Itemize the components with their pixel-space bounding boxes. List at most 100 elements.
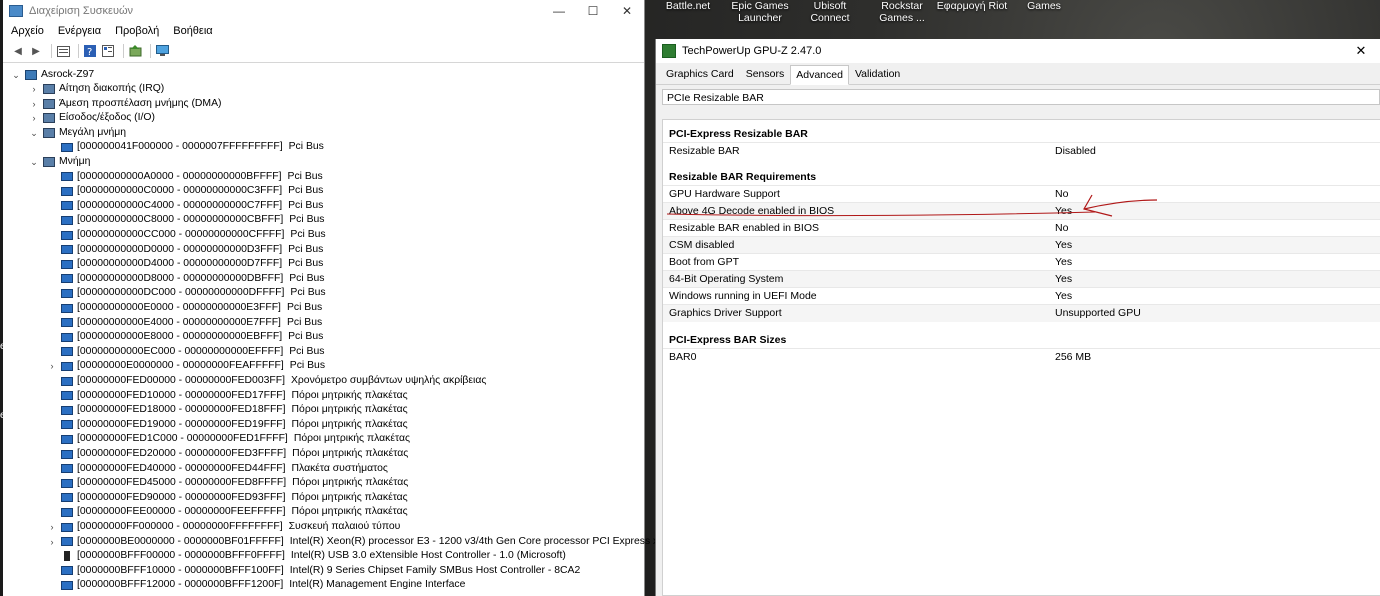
collapse-chevron-icon[interactable]: ⌄ xyxy=(29,126,39,140)
device-name: Συσκευή παλαιού τύπου xyxy=(288,521,401,532)
properties-icon[interactable] xyxy=(56,44,70,58)
memory-range: [00000000000D8000 - 00000000000DBFFF] xyxy=(77,272,284,284)
tree-item[interactable]: › [00000000E0000000 - 00000000FEAFFFFF] Pc… xyxy=(47,359,326,373)
device-manager-window: Διαχείριση Συσκευών — ☐ ✕ Αρχείο Ενέργει… xyxy=(3,0,752,596)
tree-category-io[interactable]: › Είσοδος/έξοδος (I/O) xyxy=(29,111,155,125)
desktop-icon-riot[interactable]: Εφαρμογή Riot xyxy=(931,0,1013,12)
tree-item[interactable]: [00000000000D8000 - 00000000000DBFFF] Pci… xyxy=(47,272,324,286)
collapse-chevron-icon[interactable]: ⌄ xyxy=(11,68,21,82)
tab-graphics-card[interactable]: Graphics Card xyxy=(660,64,740,84)
close-button[interactable]: ✕ xyxy=(610,4,644,18)
device-icon xyxy=(61,361,73,371)
device-icon xyxy=(61,172,73,182)
tree-category-dma[interactable]: › Άμεση προσπέλαση μνήμης (DMA) xyxy=(29,97,221,111)
memory-range: [00000000000E8000 - 00000000000EBFFF] xyxy=(77,331,283,343)
device-name: Pci Bus xyxy=(286,316,323,328)
menu-help[interactable]: Βοήθεια xyxy=(173,25,212,37)
tree-item[interactable]: [00000000FED18000 - 00000000FED18FFF] Πόρ… xyxy=(47,403,408,417)
tree-item[interactable]: › [0000000BE0000000 - 0000000BF01FFFFF] In… xyxy=(47,535,752,549)
tree-item[interactable]: [00000000000CC000 - 00000000000CFFFF] Pci… xyxy=(47,228,326,242)
tree-item[interactable]: [0000000BFFF12000 - 0000000BFFF1200F] Int… xyxy=(47,578,465,592)
section-dropdown[interactable]: PCIe Resizable BAR xyxy=(662,89,1380,105)
maximize-button[interactable]: ☐ xyxy=(576,4,610,18)
tree-item[interactable]: [00000000000C8000 - 00000000000CBFFF] Pci… xyxy=(47,213,324,227)
property-label: Graphics Driver Support xyxy=(669,307,782,319)
tree-item[interactable]: [00000000FEE00000 - 00000000FEEFFFFF] Πόρ… xyxy=(47,505,408,519)
tree-item[interactable]: [00000000FED20000 - 00000000FED3FFFF] Πόρ… xyxy=(47,447,408,461)
tree-item[interactable]: [00000000000D4000 - 00000000000D7FFF] Pci… xyxy=(47,257,323,271)
tab-sensors[interactable]: Sensors xyxy=(740,64,791,84)
property-label: Windows running in UEFI Mode xyxy=(669,290,817,302)
gpuz-close-button[interactable]: ✕ xyxy=(1341,43,1380,59)
tree-item[interactable]: [00000000000DC000 - 00000000000DFFFF] Pci… xyxy=(47,286,326,300)
desktop-icon-ubisoft-connect[interactable]: Ubisoft Connect xyxy=(795,0,865,24)
tree-item[interactable]: [00000000000D0000 - 00000000000D3FFF] Pci… xyxy=(47,243,323,257)
tab-validation[interactable]: Validation xyxy=(849,64,906,84)
gpuz-title-bar[interactable]: TechPowerUp GPU-Z 2.47.0 ✕ xyxy=(656,39,1380,63)
tree-item[interactable]: › [00000000FF000000 - 00000000FFFFFFFF] Συ… xyxy=(47,520,401,534)
expand-chevron-icon[interactable]: › xyxy=(29,82,39,96)
tree-item[interactable]: [00000000000E8000 - 00000000000EBFFF] Pci… xyxy=(47,330,323,344)
memory-range: [00000000000C0000 - 00000000000C3FFF] xyxy=(77,185,283,197)
toolbar-divider xyxy=(123,44,124,58)
tree-item[interactable]: [000000041F000000 - 0000007FFFFFFFFF] Pc… xyxy=(61,140,324,154)
tree-item[interactable]: [00000000000A0000 - 00000000000BFFFF] Pci… xyxy=(47,170,323,184)
tree-item[interactable]: [0000000BFFF00000 - 0000000BFFF0FFFF] Int… xyxy=(47,549,566,563)
update-driver-icon[interactable] xyxy=(128,44,142,58)
property-label: CSM disabled xyxy=(669,239,735,251)
tab-advanced[interactable]: Advanced xyxy=(790,65,849,85)
tree-item[interactable]: [00000000000C4000 - 00000000000C7FFF] Pci… xyxy=(47,199,323,213)
expand-chevron-icon[interactable]: › xyxy=(29,111,39,125)
desktop-icon-epic-games[interactable]: Epic Games Launcher xyxy=(725,0,795,24)
property-row: Resizable BAR Disabled xyxy=(663,142,1380,160)
category-label: Άμεση προσπέλαση μνήμης (DMA) xyxy=(59,97,222,109)
tree-item[interactable]: [00000000FED00000 - 00000000FED003FF] Χρο… xyxy=(47,374,486,388)
monitor-icon[interactable] xyxy=(155,44,169,58)
tree-item[interactable]: [00000000FED40000 - 00000000FED44FFF] Πλα… xyxy=(47,462,388,476)
expand-chevron-icon[interactable]: › xyxy=(47,520,57,534)
minimize-button[interactable]: — xyxy=(542,4,576,18)
device-icon xyxy=(61,478,73,488)
memory-range: [00000000FED10000 - 00000000FED17FFF] xyxy=(77,389,286,401)
tree-item[interactable]: [00000000FED45000 - 00000000FED8FFFF] Πόρ… xyxy=(47,476,408,490)
details-icon[interactable] xyxy=(101,44,115,58)
forward-arrow-icon[interactable]: ▶ xyxy=(29,44,43,58)
help-icon[interactable]: ? xyxy=(83,44,97,58)
tree-item[interactable]: [00000000FED19000 - 00000000FED19FFF] Πόρ… xyxy=(47,418,408,432)
toolbar-divider xyxy=(150,44,151,58)
expand-chevron-icon[interactable]: › xyxy=(29,97,39,111)
property-label: 64-Bit Operating System xyxy=(669,273,784,285)
device-icon xyxy=(61,405,73,415)
tree-category-large-memory[interactable]: ⌄ Μεγάλη μνήμη xyxy=(29,126,126,140)
collapse-chevron-icon[interactable]: ⌄ xyxy=(29,155,39,169)
desktop-icon-battlenet[interactable]: Battle.net xyxy=(653,0,723,12)
tree-item[interactable]: [0000000BFFF10000 - 0000000BFFF100FF] Int… xyxy=(47,564,580,578)
tree-root[interactable]: ⌄ Asrock-Z97 xyxy=(11,68,94,82)
gpuz-title: TechPowerUp GPU-Z 2.47.0 xyxy=(682,45,822,57)
property-value: Yes xyxy=(1055,290,1073,302)
tree-category-irq[interactable]: › Αίτηση διακοπής (IRQ) xyxy=(29,82,164,96)
tree-item[interactable]: [00000000000E4000 - 00000000000E7FFF] Pci… xyxy=(47,316,322,330)
toolbar: ◀ ▶ ? xyxy=(3,40,644,63)
menu-view[interactable]: Προβολή xyxy=(115,25,159,37)
tree-item[interactable]: [00000000000EC000 - 00000000000EFFFF] Pci… xyxy=(47,345,324,359)
memory-range: [00000000FED18000 - 00000000FED18FFF] xyxy=(77,404,286,416)
tree-item[interactable]: [00000000FED10000 - 00000000FED17FFF] Πόρ… xyxy=(47,389,408,403)
menu-bar: Αρχείο Ενέργεια Προβολή Βοήθεια xyxy=(3,22,644,40)
desktop-icon-games[interactable]: Games xyxy=(1009,0,1079,12)
expand-chevron-icon[interactable]: › xyxy=(47,535,57,549)
menu-file[interactable]: Αρχείο xyxy=(11,25,44,37)
title-bar[interactable]: Διαχείριση Συσκευών — ☐ ✕ xyxy=(3,0,644,22)
device-name: Πόροι μητρικής πλακέτας xyxy=(291,491,408,503)
expand-chevron-icon[interactable]: › xyxy=(47,359,57,373)
tree-item[interactable]: [00000000FED1C000 - 00000000FED1FFFF] Πόρ… xyxy=(47,432,410,446)
back-arrow-icon[interactable]: ◀ xyxy=(11,44,25,58)
desktop-icon-rockstar[interactable]: Rockstar Games ... xyxy=(867,0,937,24)
tree-item[interactable]: [00000000000C0000 - 00000000000C3FFF] Pci… xyxy=(47,184,323,198)
tree-category-memory[interactable]: ⌄ Μνήμη xyxy=(29,155,90,169)
menu-action[interactable]: Ενέργεια xyxy=(58,25,101,37)
tree-root-label: Asrock-Z97 xyxy=(41,69,95,80)
memory-range: [00000000FED00000 - 00000000FED003FF] xyxy=(77,375,285,386)
tree-item[interactable]: [00000000FED90000 - 00000000FED93FFF] Πόρ… xyxy=(47,491,408,505)
tree-item[interactable]: [00000000000E0000 - 00000000000E3FFF] Pci… xyxy=(47,301,322,315)
